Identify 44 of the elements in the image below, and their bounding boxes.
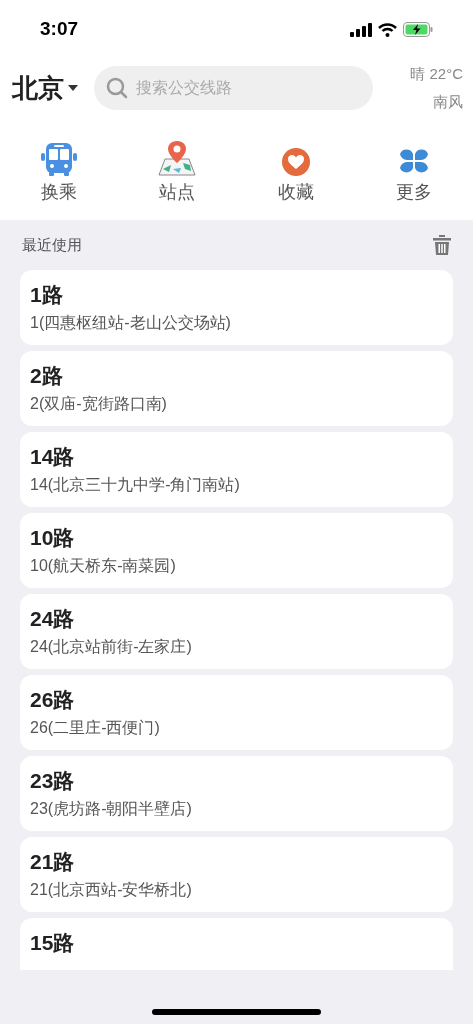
map-pin-icon — [157, 139, 198, 177]
route-card[interactable]: 15路 — [20, 918, 453, 970]
route-card[interactable]: 14路 14(北京三十九中学-角门南站) — [20, 432, 453, 507]
city-selector[interactable]: 北京 — [12, 68, 78, 108]
route-card[interactable]: 21路 21(北京西站-安华桥北) — [20, 837, 453, 912]
signal-icon — [350, 22, 372, 37]
section-title: 最近使用 — [22, 234, 82, 255]
route-card[interactable]: 1路 1(四惠枢纽站-老山公交场站) — [20, 270, 453, 345]
route-detail: 10(航天桥东-南菜园) — [30, 556, 177, 576]
shortcut-button[interactable]: 换乘 — [0, 139, 119, 206]
route-name: 14路 — [30, 444, 76, 470]
search-icon — [106, 77, 128, 99]
shortcut-button[interactable]: 更多 — [354, 139, 473, 206]
route-detail: 24(北京站前街-左家庄) — [30, 637, 193, 657]
route-name: 1路 — [30, 282, 64, 308]
bus-icon — [40, 141, 79, 177]
wifi-icon — [378, 22, 397, 37]
route-card[interactable]: 2路 2(双庙-宽街路口南) — [20, 351, 453, 426]
search-field[interactable]: 搜索公交线路 — [94, 66, 373, 110]
trash-icon[interactable] — [433, 235, 451, 255]
route-card[interactable]: 24路 24(北京站前街-左家庄) — [20, 594, 453, 669]
shortcut-button[interactable]: 收藏 — [236, 139, 355, 206]
route-name: 24路 — [30, 606, 76, 632]
route-card[interactable]: 10路 10(航天桥东-南菜园) — [20, 513, 453, 588]
route-name: 10路 — [30, 525, 76, 551]
route-detail: 21(北京西站-安华桥北) — [30, 880, 193, 900]
caret-icon — [68, 85, 78, 91]
route-card[interactable]: 23路 23(虎坊路-朝阳半壁店) — [20, 756, 453, 831]
route-detail: 2(双庙-宽街路口南) — [30, 394, 168, 414]
battery-icon — [403, 22, 433, 37]
route-name: 21路 — [30, 849, 76, 875]
route-name: 2路 — [30, 363, 64, 389]
route-name: 26路 — [30, 687, 76, 713]
route-name: 15路 — [30, 930, 76, 956]
route-detail: 14(北京三十九中学-角门南站) — [30, 475, 241, 495]
route-detail: 1(四惠枢纽站-老山公交场站) — [30, 313, 232, 333]
wind-text: 南风 — [433, 92, 463, 112]
route-name: 23路 — [30, 768, 76, 794]
route-detail: 26(二里庄-西便门) — [30, 718, 161, 738]
status-time: 3:07 — [40, 17, 79, 42]
shortcut-button[interactable]: 站点 — [118, 139, 237, 206]
route-card[interactable]: 26路 26(二里庄-西便门) — [20, 675, 453, 750]
route-detail: 23(虎坊路-朝阳半壁店) — [30, 799, 193, 819]
weather-text: 晴 22°C — [410, 63, 463, 84]
